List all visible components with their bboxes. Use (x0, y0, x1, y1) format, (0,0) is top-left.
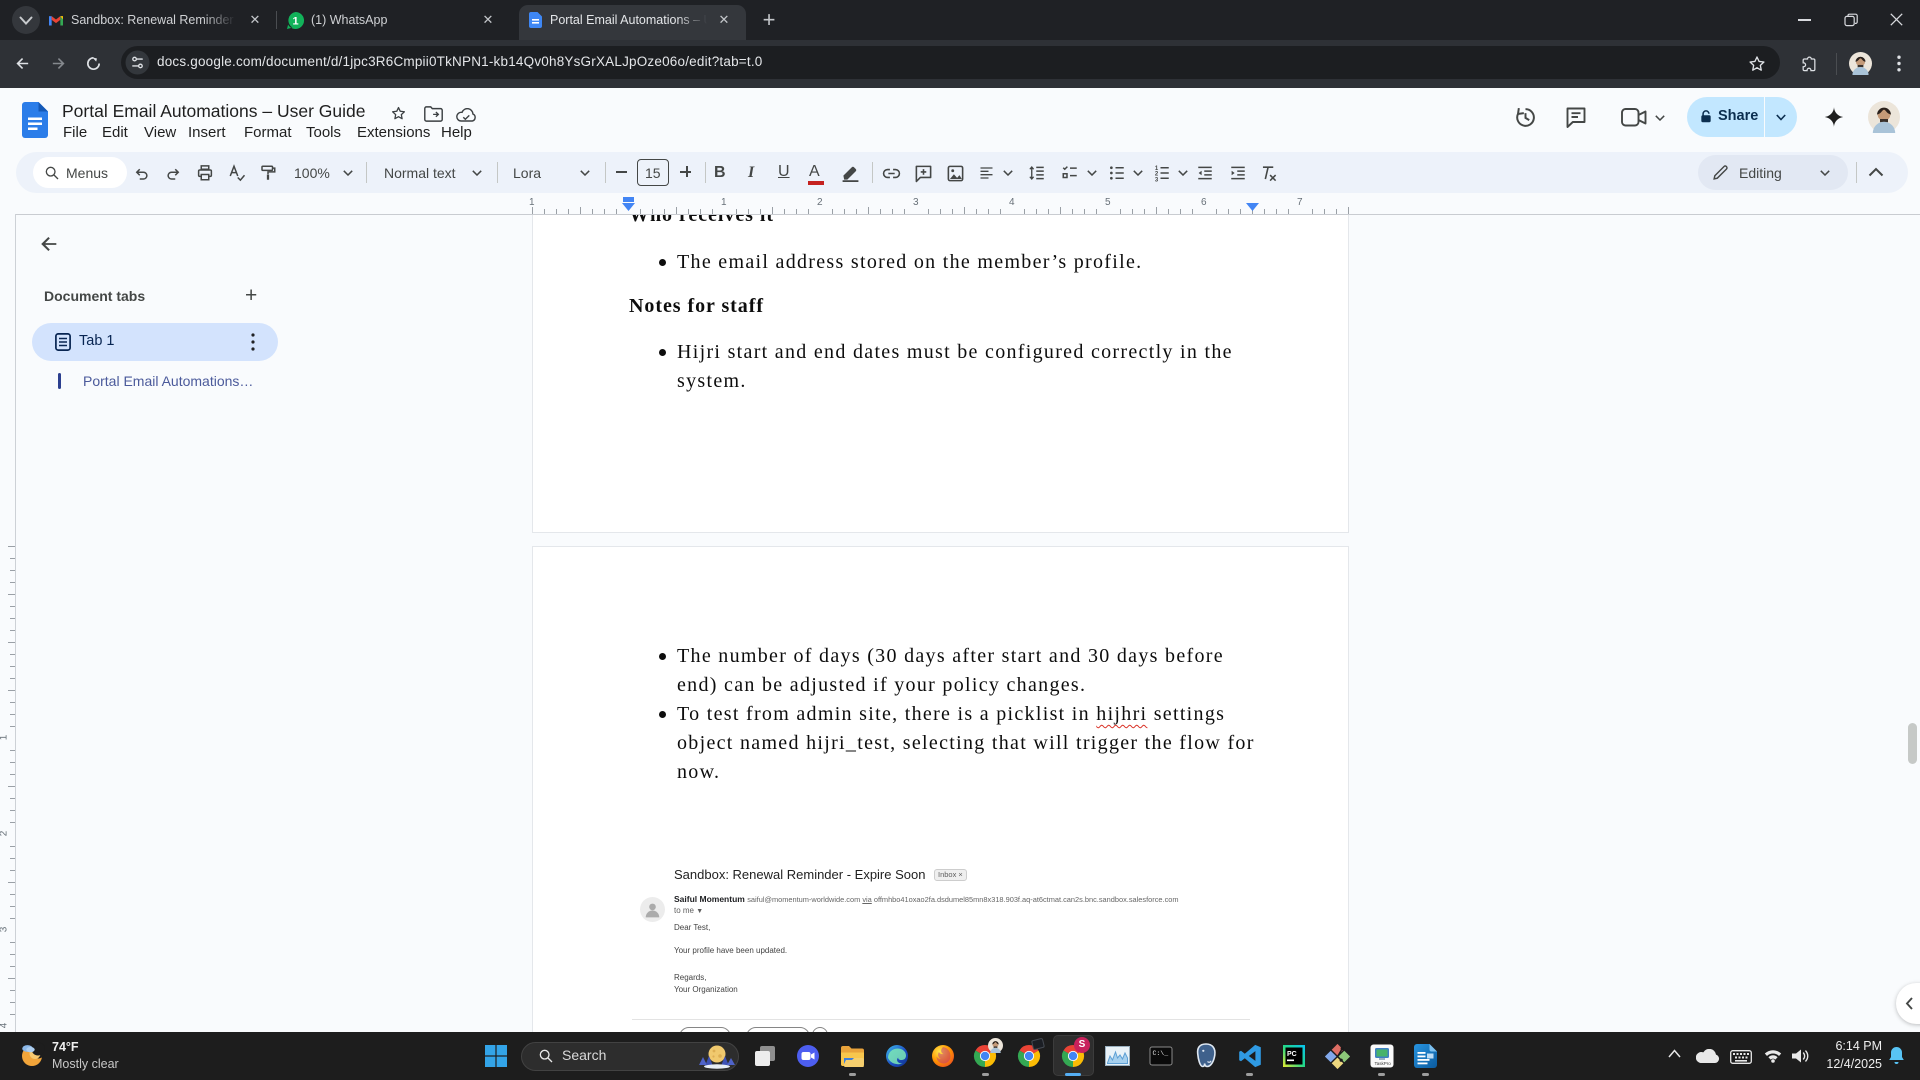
svg-text:PC: PC (1287, 1051, 1297, 1058)
svg-text:C:\_: C:\_ (1153, 1050, 1169, 1057)
svg-text:3: 3 (1155, 177, 1159, 182)
svg-text:TaskPro: TaskPro (1375, 1061, 1392, 1066)
svg-text:1: 1 (292, 15, 298, 27)
